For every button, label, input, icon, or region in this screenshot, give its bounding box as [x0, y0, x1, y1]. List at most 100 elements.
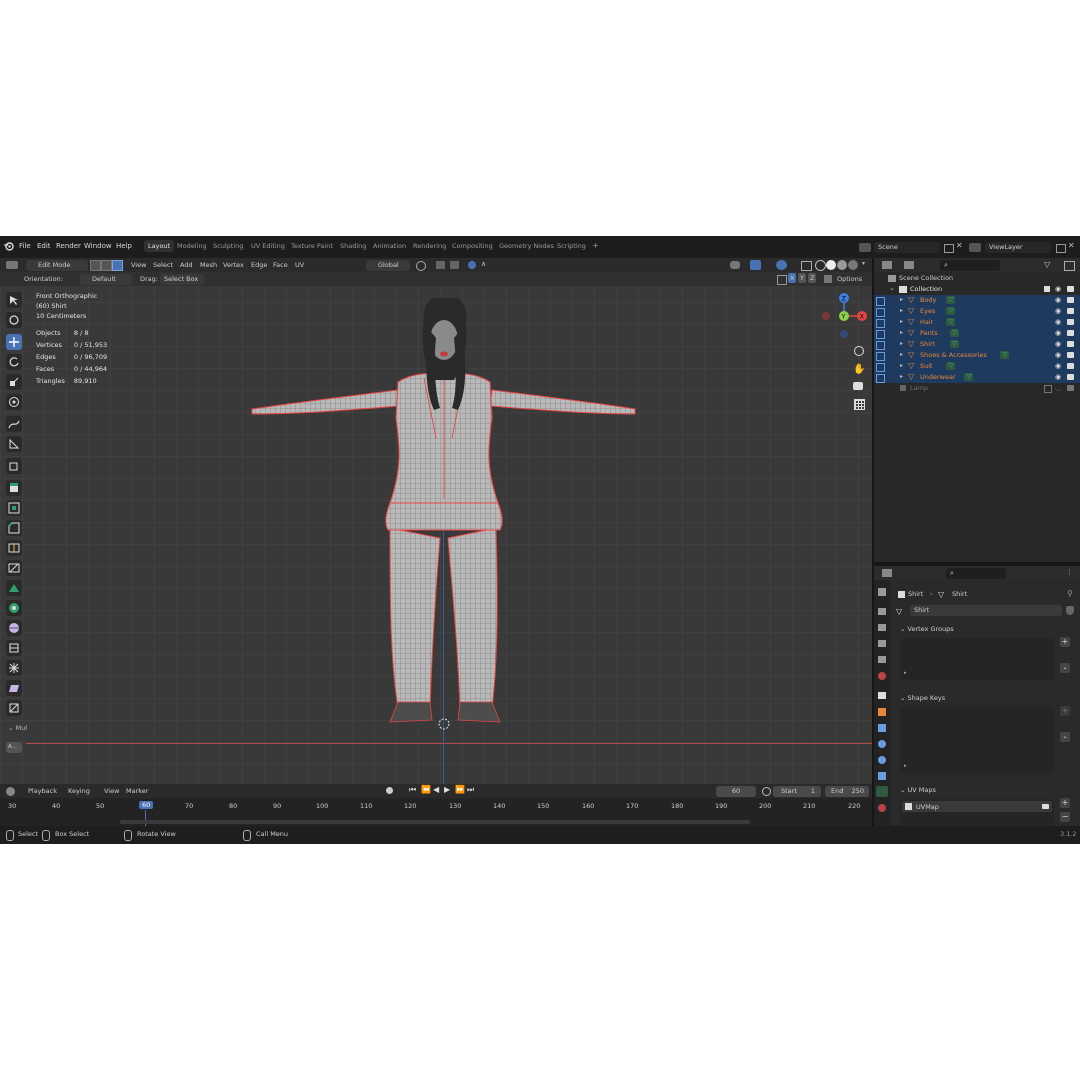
modifier-tab-icon[interactable] — [878, 724, 886, 732]
uv-maps-list[interactable]: UVMap — [900, 799, 1054, 826]
cursor-tool-button[interactable] — [6, 312, 22, 328]
add-vertex-group-button[interactable]: + — [1060, 637, 1070, 647]
mesh-name-field[interactable]: Shirt — [910, 605, 1062, 616]
workspace-tab-compositing[interactable]: Compositing — [452, 242, 493, 250]
shading-rendered-icon[interactable] — [848, 260, 858, 270]
mesh-data-icon[interactable]: ▽ — [950, 340, 959, 348]
add-workspace-button[interactable]: + — [592, 241, 599, 250]
mirror-y-toggle[interactable]: Y — [798, 273, 806, 283]
viewport-menu-face[interactable]: Face — [273, 261, 288, 269]
physics-tab-icon[interactable] — [878, 756, 886, 764]
spin-tool-button[interactable] — [6, 600, 22, 616]
workspace-tab-geometry-nodes[interactable]: Geometry Nodes — [499, 242, 554, 250]
navigation-gizmo[interactable]: X Z Y — [816, 288, 868, 340]
mirror-z-toggle[interactable]: Z — [808, 273, 817, 283]
start-frame-field[interactable]: Start 1 — [773, 786, 821, 797]
mesh-data-icon[interactable]: ▽ — [946, 318, 956, 326]
annotate-tool-button[interactable] — [6, 416, 22, 432]
options-dots-icon[interactable]: ⋮ — [1066, 568, 1073, 576]
options-dropdown[interactable]: Options — [837, 275, 862, 283]
viewlayer-icon[interactable] — [969, 243, 981, 252]
current-frame-field[interactable]: 60 — [716, 786, 756, 797]
pin-icon[interactable]: ⚲ — [1067, 589, 1073, 598]
viewlayer-selector[interactable]: ViewLayer — [985, 242, 1051, 253]
constraints-tab-icon[interactable] — [878, 772, 886, 780]
timeline-ruler[interactable]: 30 40 50 60 70 80 90 100 110 120 130 140… — [0, 798, 872, 826]
mesh-data-icon[interactable]: ▽ — [950, 329, 959, 337]
menu-file[interactable]: File — [19, 242, 31, 250]
expand-arrow-icon[interactable]: ⌄ — [889, 284, 895, 292]
shape-keys-header[interactable]: ⌄ Shape Keys — [900, 694, 945, 702]
knife-tool-button[interactable] — [6, 560, 22, 576]
outliner-row-object[interactable]: ▸ ▽ Shoes & Accessories ▽ ◉ — [874, 350, 1080, 361]
viewport-menu-vertex[interactable]: Vertex — [223, 261, 244, 269]
object-tab-icon[interactable] — [878, 708, 886, 716]
eye-icon[interactable]: ◉ — [1055, 373, 1061, 381]
end-frame-field[interactable]: End 250 — [825, 786, 869, 797]
view-layer-tab-icon[interactable] — [878, 640, 886, 647]
loop-cut-tool-button[interactable] — [6, 540, 22, 556]
selection-box-icon[interactable] — [876, 352, 885, 361]
mesh-data-icon[interactable]: ▽ — [946, 296, 956, 304]
checkbox-icon[interactable] — [1044, 385, 1052, 393]
mirror-x-toggle[interactable]: X — [788, 273, 797, 283]
blender-logo-icon[interactable] — [4, 241, 14, 251]
render-camera-icon[interactable] — [1067, 363, 1074, 369]
workspace-tab-modeling[interactable]: Modeling — [177, 242, 207, 250]
expand-arrow-icon[interactable]: ▸ — [900, 351, 903, 358]
vertex-groups-header[interactable]: ⌄ Vertex Groups — [900, 625, 954, 633]
material-tab-icon[interactable] — [878, 804, 886, 812]
outliner-row-object[interactable]: ▸ ▽ Body ▽ ◉ — [874, 295, 1080, 306]
playhead-frame[interactable]: 60 — [139, 801, 154, 809]
collection-tab-icon[interactable] — [878, 692, 886, 699]
pivot-icon[interactable] — [416, 261, 426, 271]
expand-arrow-icon[interactable]: ▸ — [900, 296, 903, 303]
shading-wireframe-icon[interactable] — [815, 260, 826, 271]
scene-tab-icon[interactable] — [878, 656, 886, 663]
properties-search-input[interactable]: ⌕ — [946, 568, 1006, 579]
viewport-menu-select[interactable]: Select — [153, 261, 173, 269]
viewlayer-close-icon[interactable]: ✕ — [1068, 241, 1075, 250]
3d-viewport[interactable]: Edit Mode View Select Add Mesh Vertex Ed… — [0, 258, 872, 784]
scene-copy-icon[interactable] — [944, 244, 954, 253]
scale-tool-button[interactable] — [6, 374, 22, 390]
select-box-tool-button[interactable] — [6, 292, 22, 308]
outliner-editor-icon[interactable] — [882, 261, 892, 269]
mesh-data-icon[interactable]: ▽ — [964, 373, 974, 381]
viewport-menu-mesh[interactable]: Mesh — [200, 261, 217, 269]
inset-tool-button[interactable] — [6, 500, 22, 516]
render-camera-icon[interactable] — [1067, 297, 1074, 303]
vertex-select-icon[interactable] — [90, 260, 101, 271]
render-camera-icon[interactable] — [1067, 308, 1074, 314]
outliner-row-object[interactable]: ▸ ▽ Eyes ▽ ◉ — [874, 306, 1080, 317]
play-reverse-icon[interactable]: ◀ — [433, 785, 439, 794]
poly-build-tool-button[interactable] — [6, 580, 22, 596]
outliner-row-object[interactable]: ▸ ▽ Shirt ▽ ◉ — [874, 339, 1080, 350]
viewport-menu-add[interactable]: Add — [180, 261, 193, 269]
scene-close-icon[interactable]: ✕ — [956, 241, 963, 250]
camera-view-icon[interactable] — [853, 382, 863, 390]
render-camera-icon[interactable] — [1067, 330, 1074, 336]
menu-render[interactable]: Render — [56, 242, 81, 250]
character-mesh[interactable] — [240, 298, 650, 768]
mesh-data-icon[interactable]: ▽ — [946, 362, 956, 370]
eye-icon[interactable]: ◉ — [1055, 318, 1061, 326]
editor-type-icon[interactable] — [6, 261, 18, 269]
xray-toggle-icon[interactable] — [801, 261, 812, 271]
expand-arrow-icon[interactable]: ▸ — [900, 307, 903, 314]
move-tool-button[interactable] — [6, 334, 22, 350]
viewport-menu-uv[interactable]: UV — [295, 261, 304, 269]
outliner-row-object[interactable]: ▸ ▽ Hair ▽ ◉ — [874, 317, 1080, 328]
ortho-toggle-icon[interactable] — [854, 399, 865, 410]
play-icon[interactable]: ▶ — [444, 785, 450, 794]
shape-key-menu-button[interactable]: ⌄ — [1060, 732, 1070, 742]
zoom-icon[interactable] — [854, 346, 864, 356]
outliner-search-input[interactable]: ⌕ — [940, 260, 1000, 271]
pan-hand-icon[interactable]: ✋ — [853, 364, 865, 375]
selection-box-icon[interactable] — [876, 308, 885, 317]
checkbox-icon[interactable] — [1044, 286, 1050, 292]
outliner-row-collection[interactable]: ⌄ Collection ◉ — [874, 284, 1080, 295]
tool-tab-icon[interactable] — [878, 588, 886, 596]
eye-icon[interactable]: ◉ — [1055, 285, 1061, 293]
display-mode-icon[interactable] — [904, 261, 914, 269]
